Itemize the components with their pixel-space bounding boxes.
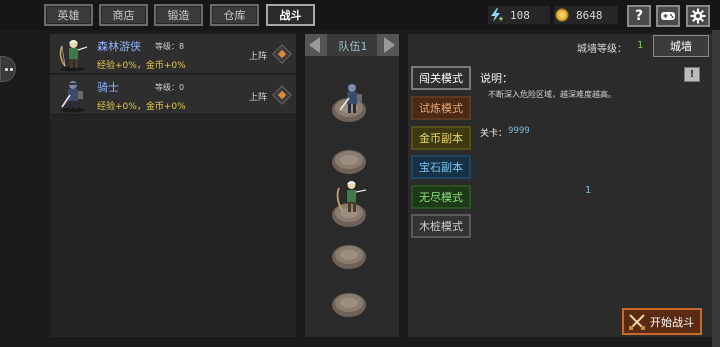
gold-counter: 8648 [554, 6, 618, 24]
mode-dummy-button[interactable]: 木桩模式 [411, 214, 471, 238]
hero-deploy-label: 上阵 [249, 52, 268, 62]
team-header: 队伍1 [305, 34, 399, 56]
hero-row-knight[interactable]: 骑士 等级：0 经验+0%，金币+0% 上阵 [50, 75, 296, 115]
mode-endless-button[interactable]: 无尽模式 [411, 185, 471, 209]
mode-label: 闯关模式 [419, 72, 463, 85]
knight-unit-sprite [339, 84, 362, 113]
top-bar: 英雄 商店 锻造 仓库 战斗 108 8648 ? [0, 0, 720, 30]
hero-name: 森林游侠 [97, 40, 141, 53]
hero-bonus: 经验+0%，金币+0% [97, 61, 186, 71]
mode-stage-button[interactable]: 闯关模式 [411, 66, 471, 90]
right-edge-strip [712, 30, 720, 347]
lightning-plus-icon [491, 8, 503, 22]
mode-gold-dungeon-button[interactable]: 金币副本 [411, 126, 471, 150]
wall-button[interactable]: 城墙 [653, 35, 709, 57]
start-battle-label: 开始战斗 [650, 315, 694, 329]
settings-gear-icon [690, 8, 706, 24]
crossed-swords-icon [629, 313, 645, 330]
gamepad-button[interactable] [656, 5, 680, 27]
knight-avatar [61, 81, 85, 113]
tab-label: 战斗 [279, 9, 302, 22]
hero-level: 等级：0 [155, 83, 185, 92]
energy-counter: 108 [488, 6, 550, 24]
wall-level-label: 城墙等级： [577, 44, 627, 55]
mode-label: 金币副本 [419, 132, 463, 145]
gamepad-icon [661, 12, 675, 20]
tab-heroes[interactable]: 英雄 [44, 4, 93, 26]
tab-label: 商店 [112, 9, 135, 22]
description-title: 说明： [480, 72, 513, 85]
hero-bonus: 经验+0%，金币+0% [97, 102, 186, 112]
formation-slot-5[interactable] [331, 289, 367, 321]
mode-trial-button[interactable]: 试炼模式 [411, 96, 471, 120]
next-team-arrow-icon[interactable] [377, 34, 399, 56]
team-formation-column: 队伍1 [305, 34, 399, 337]
mode-label: 无尽模式 [419, 191, 463, 204]
ranger-unit-sprite [336, 181, 367, 212]
tab-label: 仓库 [223, 9, 246, 22]
tab-label: 英雄 [57, 9, 80, 22]
deploy-diamond-button[interactable] [272, 85, 292, 105]
mode-panel: 城墙等级： 1 城墙 闯关模式 试炼模式 金币副本 宝石副本 无尽模式 木桩模式… [408, 34, 712, 337]
tab-shop[interactable]: 商店 [99, 4, 148, 26]
tab-label: 锻造 [167, 9, 190, 22]
mode-gem-dungeon-button[interactable]: 宝石副本 [411, 155, 471, 179]
handle-dot [10, 68, 13, 71]
gold-coin-icon [555, 8, 569, 22]
settings-button[interactable] [686, 5, 710, 27]
description-text: 不断深入危险区域，越深难度越高。 [488, 90, 616, 99]
mode-label: 宝石副本 [419, 161, 463, 174]
help-button[interactable]: ? [627, 5, 651, 27]
hero-list-panel: 森林游侠 等级：8 经验+0%，金币+0% 上阵 骑士 等级：0 经验+0%，金… [50, 34, 296, 337]
info-help-icon[interactable]: ! [684, 67, 700, 82]
handle-dot [5, 68, 8, 71]
deploy-diamond-button[interactable] [272, 44, 292, 64]
stage-value: 9999 [508, 126, 530, 136]
hero-level: 等级：8 [155, 42, 185, 51]
mode-label: 木桩模式 [419, 220, 463, 233]
hero-row-ranger[interactable]: 森林游侠 等级：8 经验+0%，金币+0% 上阵 [50, 34, 296, 74]
tab-battle[interactable]: 战斗 [266, 4, 315, 26]
mode-label: 试炼模式 [419, 102, 463, 115]
ranger-avatar [59, 40, 88, 72]
wall-button-label: 城墙 [670, 40, 692, 53]
page-number: 1 [585, 185, 592, 196]
stage-label: 关卡： [480, 129, 508, 139]
formation-slot-4[interactable] [331, 241, 367, 273]
tab-warehouse[interactable]: 仓库 [210, 4, 259, 26]
side-drawer-handle[interactable] [0, 56, 16, 82]
hero-name: 骑士 [97, 81, 119, 94]
team-name: 队伍1 [338, 40, 368, 53]
tab-forge[interactable]: 锻造 [154, 4, 203, 26]
wall-level-value: 1 [637, 40, 644, 51]
formation-slot-2[interactable] [331, 146, 367, 178]
prev-team-arrow-icon[interactable] [305, 34, 327, 56]
hero-deploy-label: 上阵 [249, 93, 268, 103]
energy-value: 108 [510, 8, 530, 22]
question-mark-icon: ? [634, 8, 644, 24]
start-battle-button[interactable]: 开始战斗 [622, 308, 702, 335]
gold-value: 8648 [576, 8, 603, 22]
